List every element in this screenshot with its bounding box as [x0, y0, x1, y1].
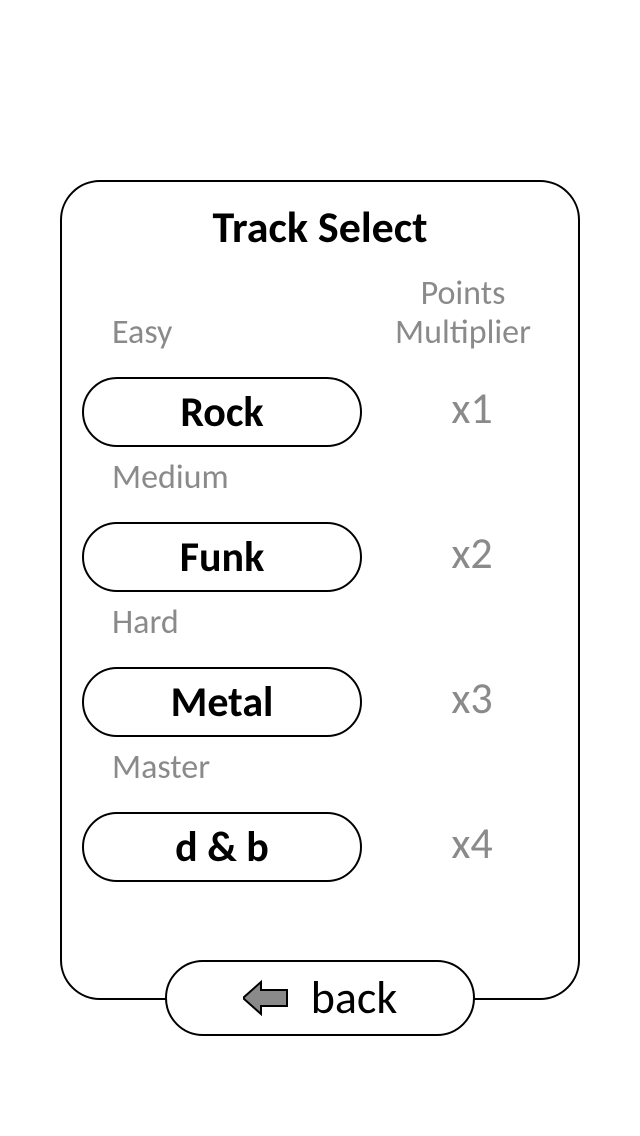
multiplier-value: x3 — [362, 671, 562, 737]
track-row-master: Master d & b x4 — [82, 747, 562, 882]
track-name: Rock — [180, 387, 263, 438]
track-name: d & b — [175, 822, 269, 873]
multiplier-header-line1: Points — [378, 274, 548, 313]
track-button-dnb[interactable]: d & b — [82, 812, 362, 882]
arrow-left-icon — [243, 978, 289, 1018]
track-name: Funk — [180, 532, 265, 583]
track-row-medium: Medium Funk x2 — [82, 457, 562, 592]
multiplier-value: x2 — [362, 526, 562, 592]
difficulty-label: Hard — [112, 602, 179, 643]
difficulty-label: Medium — [112, 457, 229, 498]
track-button-metal[interactable]: Metal — [82, 667, 362, 737]
track-row-hard: Hard Metal x3 — [82, 602, 562, 737]
track-button-funk[interactable]: Funk — [82, 522, 362, 592]
back-button[interactable]: back — [165, 960, 475, 1036]
multiplier-value: x1 — [362, 381, 562, 447]
difficulty-label: Easy — [112, 312, 172, 353]
track-select-panel: Track Select Points Multiplier Easy Rock… — [60, 180, 580, 1000]
track-name: Metal — [171, 677, 274, 728]
difficulty-label: Master — [112, 747, 210, 788]
tracks-list: Easy Rock x1 Medium Funk x2 Hard Metal x… — [82, 312, 562, 892]
track-button-rock[interactable]: Rock — [82, 377, 362, 447]
panel-title: Track Select — [62, 200, 578, 254]
track-row-easy: Easy Rock x1 — [82, 312, 562, 447]
multiplier-value: x4 — [362, 816, 562, 882]
back-label: back — [311, 970, 398, 1026]
